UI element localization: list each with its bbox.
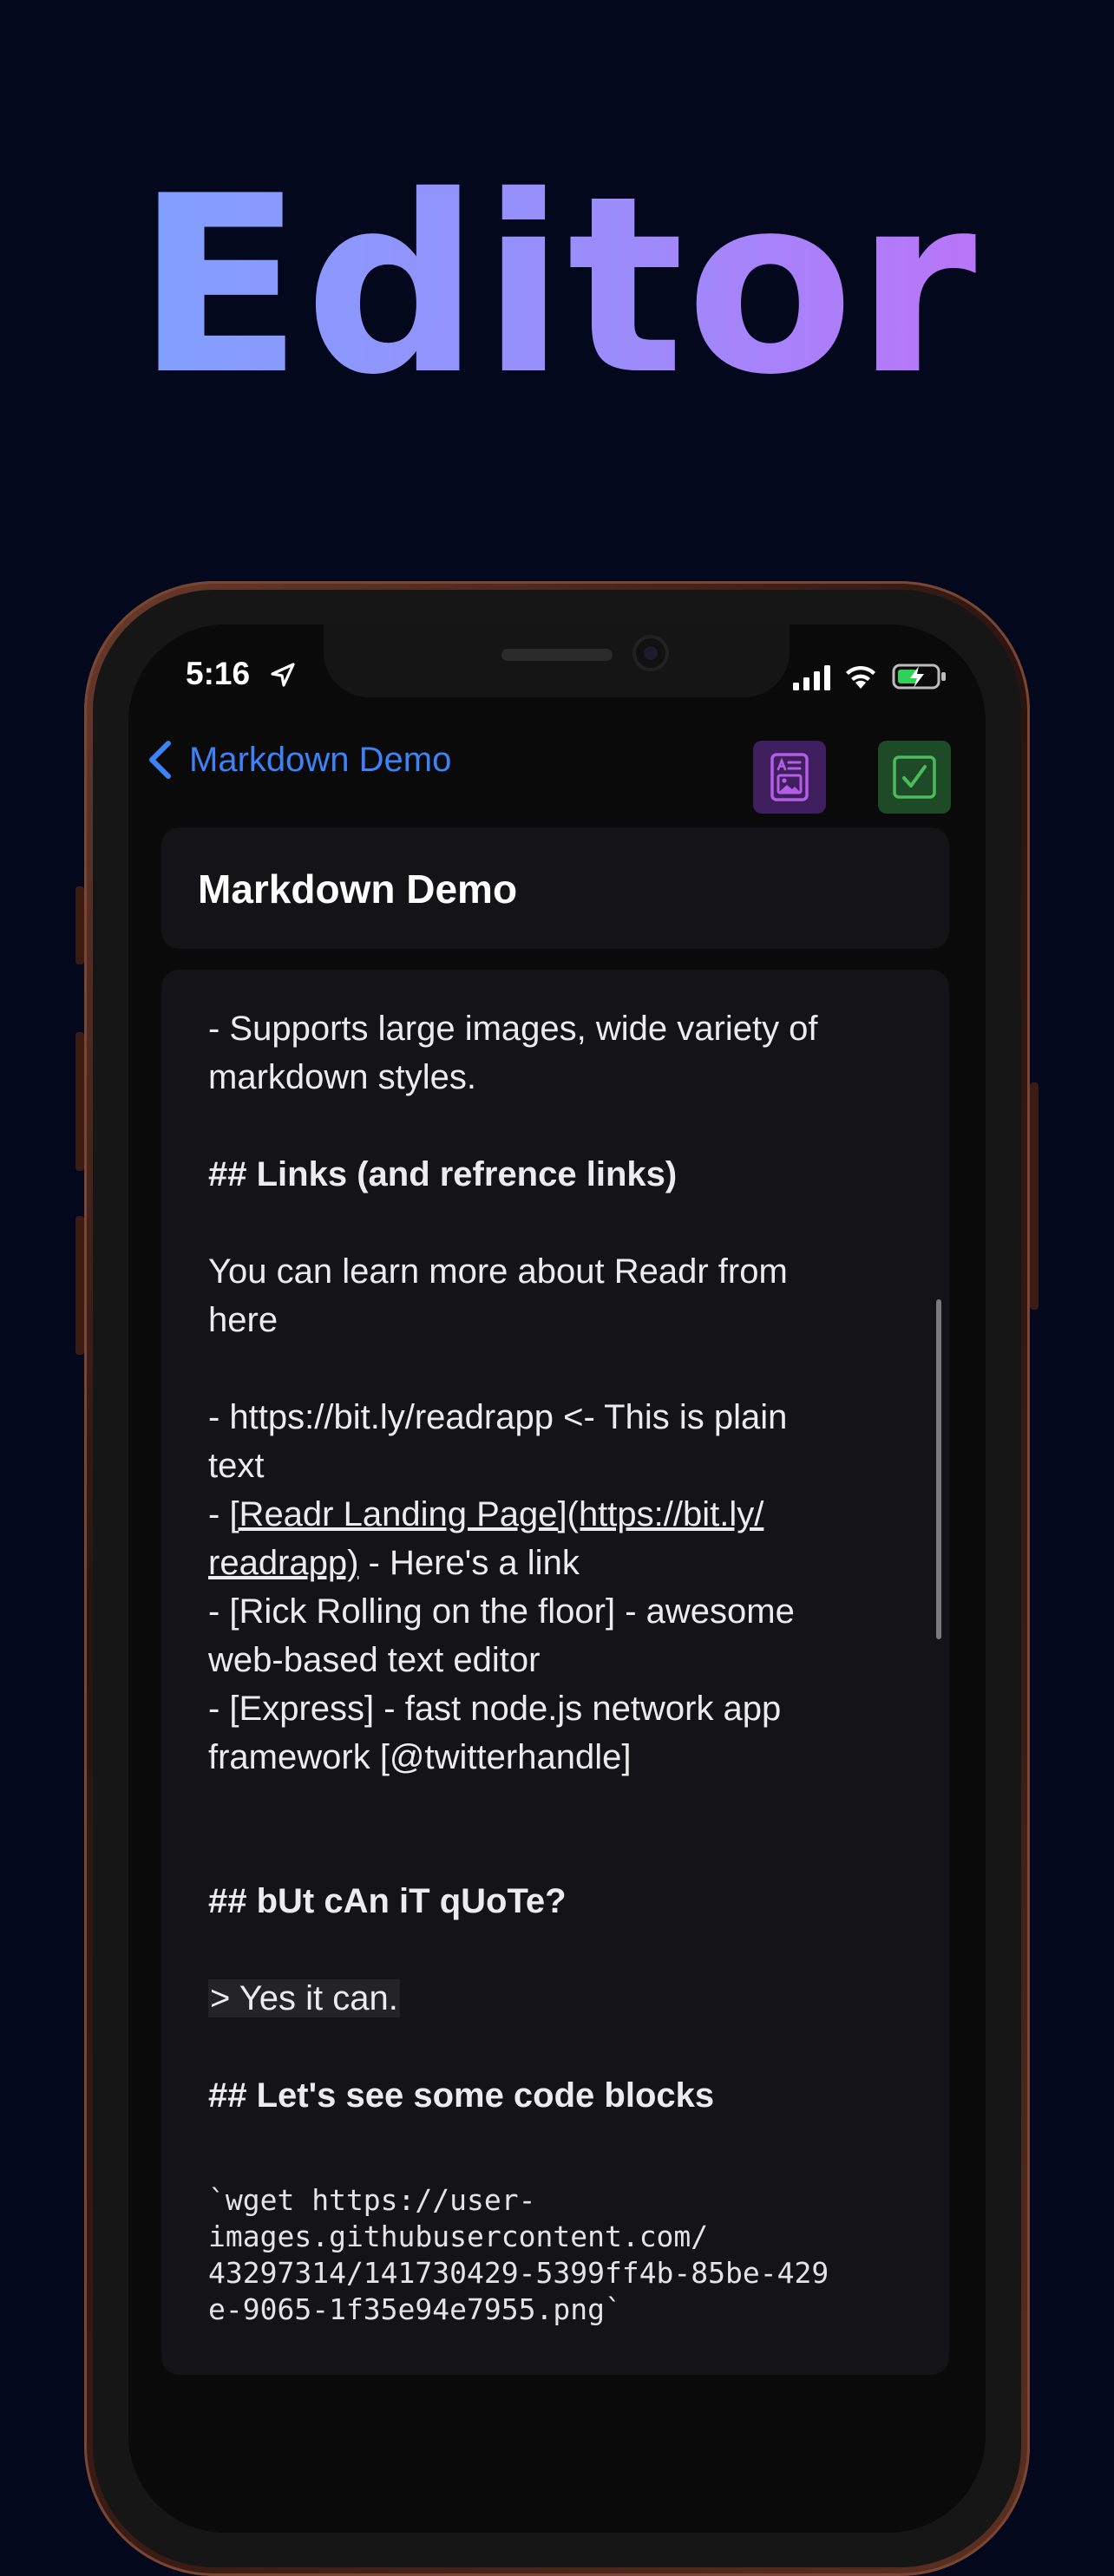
notch (324, 624, 790, 697)
text-line: framework [@twitterhandle] (208, 1738, 632, 1776)
document-preview-icon (770, 753, 809, 801)
markdown-link-continued[interactable]: readrapp) (208, 1544, 358, 1582)
link-line: - [Readr Landing Page](https://bit.ly/ (208, 1490, 902, 1539)
text-line: text (208, 1447, 265, 1485)
volume-down-button (75, 1216, 84, 1355)
cellular-signal-icon (793, 665, 830, 690)
checkmark-icon (893, 755, 936, 799)
markdown-heading: ## bUt cAn iT qUoTe? (208, 1882, 567, 1920)
list-marker: - (208, 1495, 230, 1533)
preview-button[interactable] (753, 741, 826, 814)
done-button[interactable] (878, 741, 951, 814)
text-line: - [Rick Rolling on the floor] - awesome (208, 1592, 795, 1631)
mute-switch (75, 886, 84, 964)
markdown-link[interactable]: [Readr Landing Page](https://bit.ly/ (229, 1495, 763, 1533)
text-line: here (208, 1301, 278, 1339)
editor-content: - Supports large images, wide variety of… (208, 1004, 902, 2328)
back-button[interactable]: Markdown Demo (144, 734, 451, 786)
code-line: `wget https://user- (208, 2183, 536, 2217)
link-line: readrapp) - Here's a link (208, 1539, 902, 1587)
document-title: Markdown Demo (198, 866, 518, 912)
markdown-editor[interactable]: - Supports large images, wide variety of… (161, 970, 949, 2375)
code-line: 43297314/141730429-5399ff4b-85be-429 (208, 2256, 829, 2290)
code-line: e-9065-1f35e94e7955.png` (208, 2292, 622, 2326)
link-description: - Here's a link (358, 1544, 580, 1582)
earpiece-speaker (501, 649, 613, 661)
front-camera (632, 635, 669, 671)
wifi-icon (846, 665, 875, 689)
phone-screen: 5:16 Markdown Demo Markdown Demo - Suppo… (128, 624, 986, 2533)
text-line: - Supports large images, wide variety of (208, 1010, 818, 1048)
location-arrow-icon (271, 663, 295, 687)
scrollbar[interactable] (936, 1299, 941, 1639)
markdown-heading: ## Links (and refrence links) (208, 1155, 678, 1193)
blockquote-line: > Yes it can. (208, 1974, 902, 2023)
status-time: 5:16 (186, 656, 251, 691)
title-field[interactable]: Markdown Demo (161, 827, 949, 949)
blockquote: > Yes it can. (208, 1979, 400, 2017)
hero-title: Editor (0, 156, 1114, 416)
text-line: - [Express] - fast node.js network app (208, 1690, 782, 1728)
volume-up-button (75, 1032, 84, 1171)
text-line: You can learn more about Readr from (208, 1252, 788, 1291)
power-button (1030, 1082, 1039, 1310)
back-button-label: Markdown Demo (189, 740, 452, 779)
battery-charging-icon (892, 664, 946, 690)
chevron-left-icon (149, 741, 171, 779)
code-line: images.githubusercontent.com/ (208, 2220, 709, 2253)
text-line: markdown styles. (208, 1058, 476, 1096)
text-line: web-based text editor (208, 1641, 541, 1679)
markdown-heading: ## Let's see some code blocks (208, 2076, 715, 2115)
text-line: - https://bit.ly/readrapp <- This is pla… (208, 1398, 788, 1436)
